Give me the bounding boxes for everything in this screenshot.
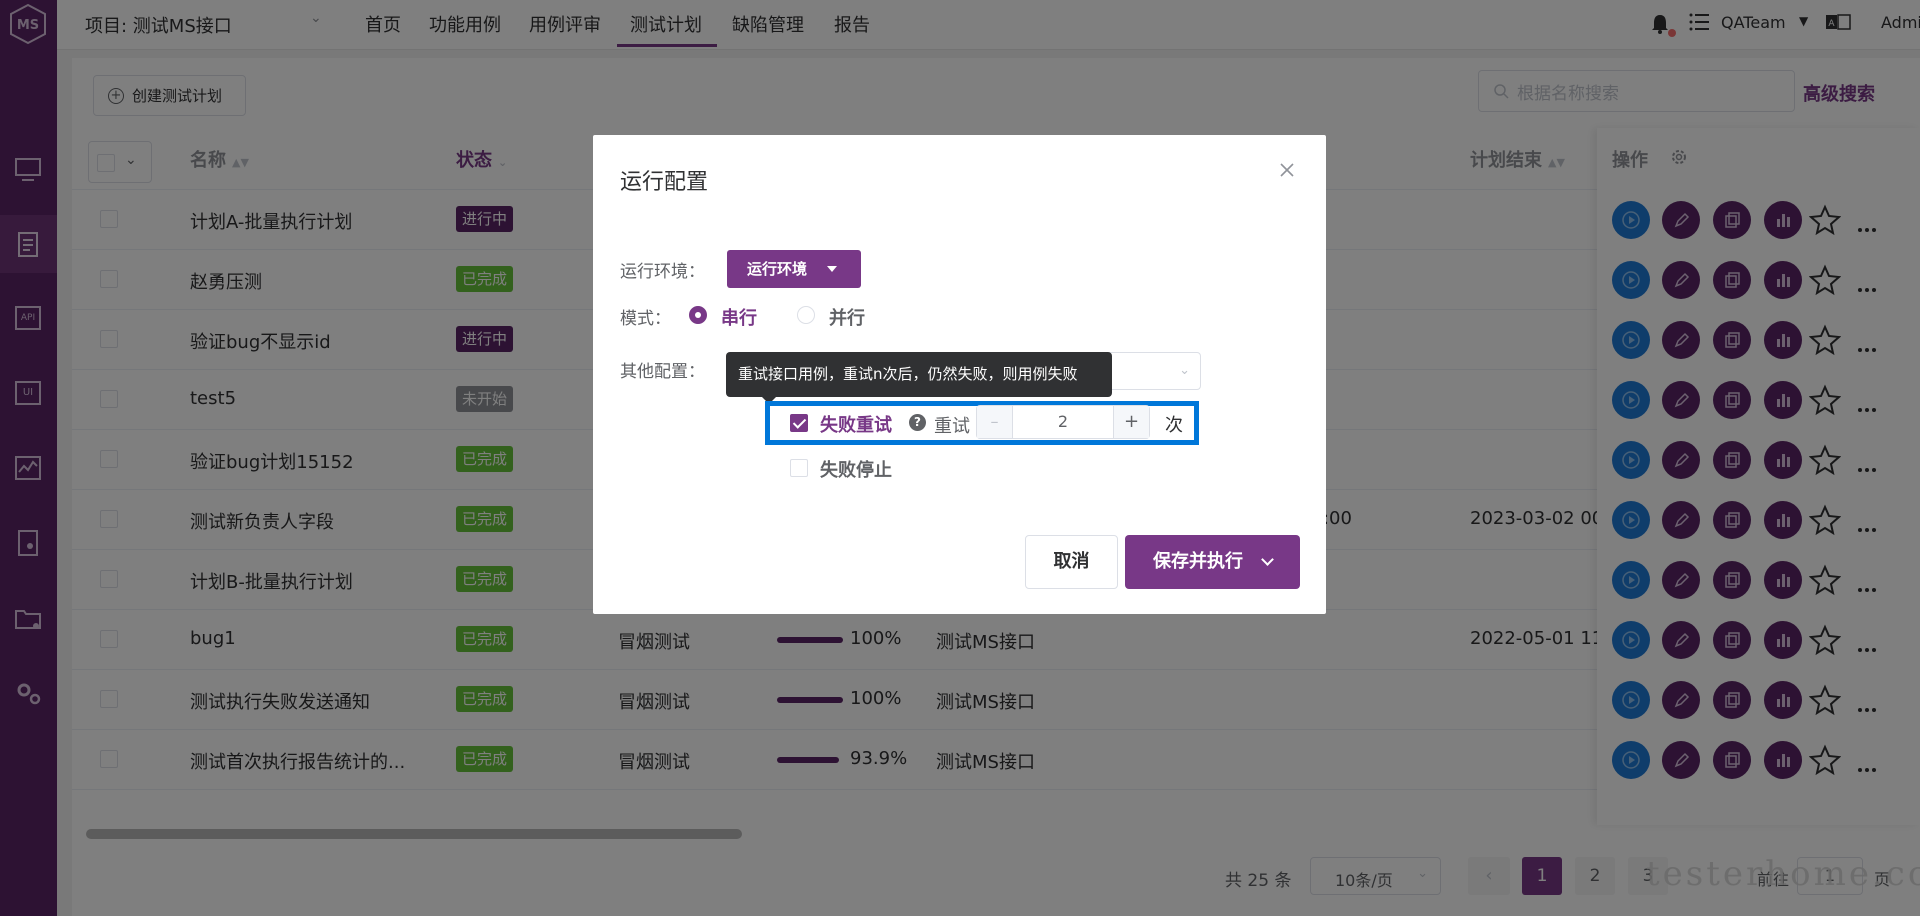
caret-down-icon	[827, 266, 837, 272]
run-environment-label: 运行环境	[747, 260, 808, 278]
retry-count-value[interactable]: 2	[1013, 406, 1113, 438]
save-and-run-button[interactable]: 保存并执行	[1125, 535, 1300, 589]
plus-icon[interactable]: +	[1113, 406, 1149, 438]
stop-on-failure-checkbox[interactable]	[790, 459, 808, 477]
run-environment-button[interactable]: 运行环境	[727, 250, 861, 288]
chevron-down-icon	[1261, 553, 1274, 566]
app-root: MS API UI 项目: 测试MS接口 ⌄ 首页 功能用例	[0, 0, 1920, 916]
env-label: 运行环境：	[620, 262, 705, 282]
retry-text: 重试	[934, 416, 970, 437]
retry-unit: 次	[1165, 415, 1183, 436]
mode-serial-label[interactable]: 串行	[721, 304, 757, 330]
cancel-button[interactable]: 取消	[1025, 535, 1118, 589]
mode-parallel-radio[interactable]	[797, 306, 815, 324]
dialog-title: 运行配置	[620, 170, 709, 195]
retry-on-failure-checkbox[interactable]	[790, 414, 808, 432]
mode-parallel-label[interactable]: 并行	[829, 304, 865, 330]
other-config-label: 其他配置：	[620, 362, 705, 382]
retry-tooltip: 重试接口用例，重试n次后，仍然失败，则用例失败	[726, 352, 1112, 404]
stop-on-failure-label[interactable]: 失败停止	[820, 456, 892, 482]
retry-count-stepper[interactable]: – 2 +	[976, 405, 1150, 439]
chevron-down-icon: ⌄	[1179, 363, 1190, 378]
mode-label: 模式：	[620, 309, 671, 329]
save-and-run-label: 保存并执行	[1153, 551, 1243, 572]
run-config-dialog: 运行配置 运行环境： 运行环境 模式： 串行 并行 其他配置： ⌄ 重试接口用例…	[593, 135, 1326, 614]
resource-pool-select[interactable]: ⌄	[1103, 352, 1201, 390]
close-icon[interactable]	[1279, 162, 1295, 178]
watermark: testerhome.com	[1646, 854, 1920, 894]
question-icon[interactable]: ?	[909, 414, 926, 431]
retry-on-failure-label[interactable]: 失败重试	[820, 411, 892, 437]
minus-icon[interactable]: –	[977, 406, 1013, 438]
mode-serial-radio[interactable]	[689, 306, 707, 324]
